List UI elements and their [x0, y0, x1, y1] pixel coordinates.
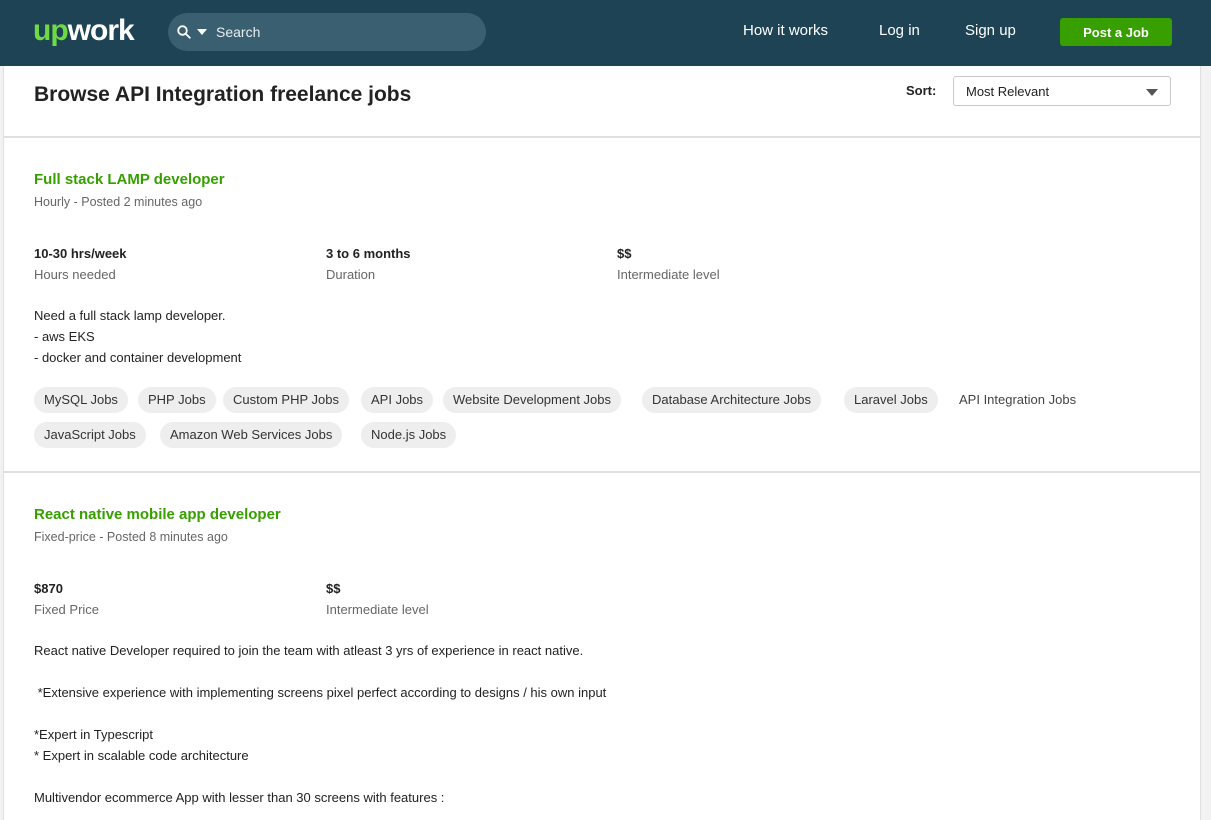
- skill-tag[interactable]: Amazon Web Services Jobs: [160, 422, 343, 448]
- job-meta: Fixed-price - Posted 8 minutes ago: [34, 530, 228, 544]
- job-description-line: Multivendor ecommerce App with lesser th…: [34, 790, 445, 805]
- search-bar[interactable]: [168, 13, 486, 51]
- job-description-line: - aws EKS: [34, 329, 95, 344]
- job-description-line: *Expert in Typescript: [34, 727, 153, 742]
- job-description-line: React native Developer required to join …: [34, 643, 584, 658]
- page-title: Browse API Integration freelance jobs: [34, 83, 412, 106]
- job-title-link[interactable]: Full stack LAMP developer: [34, 171, 225, 188]
- logo-up-text: up: [33, 14, 69, 47]
- search-type-dropdown-icon[interactable]: [197, 29, 207, 35]
- upwork-logo[interactable]: upwork: [33, 14, 135, 48]
- search-input[interactable]: [216, 21, 466, 43]
- fixed-price-label: Fixed Price: [34, 602, 100, 617]
- skill-tag[interactable]: PHP Jobs: [138, 387, 216, 413]
- skill-tag[interactable]: Website Development Jobs: [443, 387, 622, 413]
- nav-sign-up[interactable]: Sign up: [965, 22, 1016, 40]
- sort-label: Sort:: [906, 83, 937, 98]
- sort-selected-value: Most Relevant: [966, 84, 1050, 99]
- skill-tag[interactable]: JavaScript Jobs: [34, 422, 146, 448]
- job-description-line: *Extensive experience with implementing …: [34, 685, 607, 700]
- skill-tag[interactable]: Node.js Jobs: [361, 422, 457, 448]
- experience-level-value: $$: [617, 246, 632, 261]
- nav-log-in[interactable]: Log in: [879, 22, 920, 40]
- experience-level-label: Intermediate level: [617, 267, 720, 282]
- top-bar: upwork How it works Log in Sign up Post …: [0, 0, 1211, 66]
- post-a-job-button[interactable]: Post a Job: [1060, 18, 1172, 46]
- experience-level-label: Intermediate level: [326, 602, 429, 617]
- duration-value: 3 to 6 months: [326, 246, 411, 261]
- browse-header: Browse API Integration freelance jobs So…: [3, 66, 1201, 137]
- logo-work-text: work: [67, 14, 135, 47]
- hours-needed-value: 10-30 hrs/week: [34, 246, 127, 261]
- hours-needed-label: Hours needed: [34, 267, 116, 282]
- skill-tag[interactable]: Laravel Jobs: [844, 387, 938, 413]
- job-description-line: Need a full stack lamp developer.: [34, 308, 226, 323]
- skill-tag-current[interactable]: API Integration Jobs: [949, 387, 1087, 413]
- job-title-link[interactable]: React native mobile app developer: [34, 506, 281, 523]
- skill-tag[interactable]: Custom PHP Jobs: [223, 387, 349, 413]
- skill-tag[interactable]: Database Architecture Jobs: [642, 387, 821, 413]
- fixed-price-value: $870: [34, 581, 63, 596]
- job-card: React native mobile app developer Fixed-…: [3, 472, 1201, 820]
- sort-select[interactable]: Most Relevant: [953, 76, 1171, 106]
- skill-tag[interactable]: API Jobs: [361, 387, 434, 413]
- job-description-line: * Expert in scalable code architecture: [34, 748, 249, 763]
- job-card: Full stack LAMP developer Hourly - Poste…: [3, 137, 1201, 472]
- job-meta: Hourly - Posted 2 minutes ago: [34, 195, 203, 209]
- skill-tag[interactable]: MySQL Jobs: [34, 387, 128, 413]
- nav-how-it-works[interactable]: How it works: [743, 22, 828, 40]
- duration-label: Duration: [326, 267, 376, 282]
- experience-level-value: $$: [326, 581, 341, 596]
- chevron-down-icon: [1146, 89, 1158, 96]
- job-description-line: - docker and container development: [34, 350, 242, 365]
- search-icon[interactable]: [177, 25, 191, 39]
